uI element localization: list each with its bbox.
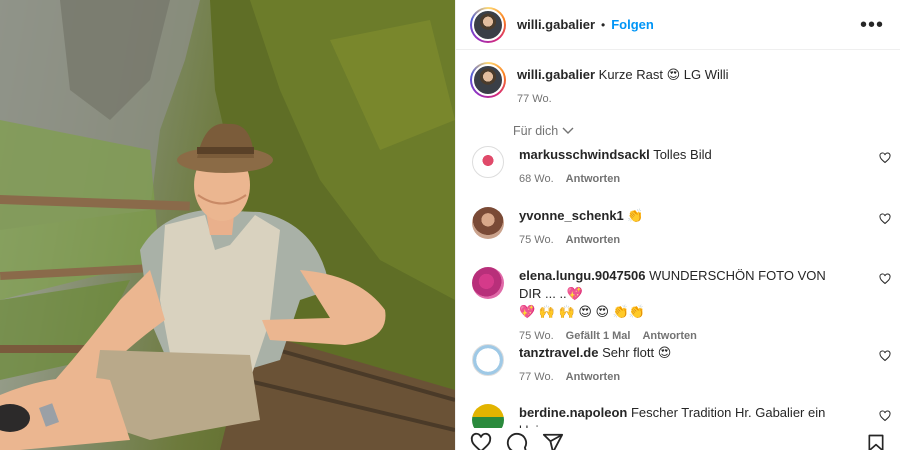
comments-panel: willi.gabalier • Folgen ••• willi.gabali… xyxy=(455,0,900,450)
comment-avatar[interactable] xyxy=(472,207,504,239)
chevron-down-icon xyxy=(562,127,574,134)
caption-text-line: willi.gabalier Kurze Rast 😍 LG Willi xyxy=(517,66,729,84)
caption-username[interactable]: willi.gabalier xyxy=(517,67,595,82)
comment-text-continued: 💖 🙌 🙌 😍 😍 👏👏 xyxy=(519,304,646,319)
heart-icon[interactable] xyxy=(879,410,891,422)
comment-avatar[interactable] xyxy=(472,267,504,299)
comment-item: markusschwindsackl Tolles Bild 68 Wo. An… xyxy=(456,146,900,185)
comment-time[interactable]: 75 Wo. xyxy=(519,234,554,246)
comment-username[interactable]: yvonne_schenk1 xyxy=(519,208,624,223)
follow-button[interactable]: Folgen xyxy=(611,17,654,32)
reply-button[interactable]: Antworten xyxy=(566,173,620,185)
comment-time[interactable]: 68 Wo. xyxy=(519,173,554,185)
reply-button[interactable]: Antworten xyxy=(566,234,620,246)
caption-avatar[interactable] xyxy=(470,62,506,98)
comment-text: 👏 xyxy=(627,208,644,223)
separator-dot: • xyxy=(601,17,606,32)
caption-time[interactable]: 77 Wo. xyxy=(517,93,552,105)
more-options-icon[interactable]: ••• xyxy=(860,15,884,35)
comments-scroller[interactable]: willi.gabalier Kurze Rast 😍 LG Willi 77 … xyxy=(456,50,900,450)
heart-icon[interactable] xyxy=(879,213,891,225)
share-icon[interactable] xyxy=(542,432,564,450)
comment-text: Tolles Bild xyxy=(653,147,712,162)
comment-sort-label: Für dich xyxy=(513,124,559,138)
caption-text: Kurze Rast 😍 LG Willi xyxy=(598,67,729,82)
comment-time[interactable]: 75 Wo. xyxy=(519,330,554,342)
comment-icon[interactable] xyxy=(506,432,528,450)
post-action-bar xyxy=(456,428,900,450)
reply-button[interactable]: Antworten xyxy=(566,371,620,383)
comment-item: tanztravel.de Sehr flott 😍 77 Wo. Antwor… xyxy=(456,344,900,383)
photo-illustration xyxy=(0,0,455,450)
post-header: willi.gabalier • Folgen ••• xyxy=(456,0,900,50)
author-username[interactable]: willi.gabalier xyxy=(517,17,595,32)
comment-item: yvonne_schenk1 👏 75 Wo. Antworten xyxy=(456,207,900,246)
post-photo[interactable] xyxy=(0,0,455,450)
heart-icon[interactable] xyxy=(879,273,891,285)
reply-button[interactable]: Antworten xyxy=(642,330,696,342)
heart-icon[interactable] xyxy=(470,432,492,450)
comment-item: elena.lungu.9047506 WUNDERSCHÖN FOTO VON… xyxy=(456,267,900,342)
comment-avatar[interactable] xyxy=(472,146,504,178)
likes-count[interactable]: Gefällt 1 Mal xyxy=(566,330,631,342)
comment-username[interactable]: tanztravel.de xyxy=(519,345,598,360)
comment-username[interactable]: markusschwindsackl xyxy=(519,147,650,162)
post-dialog: willi.gabalier • Folgen ••• willi.gabali… xyxy=(0,0,900,450)
heart-icon[interactable] xyxy=(879,152,891,164)
comment-avatar[interactable] xyxy=(472,344,504,376)
comment-text: Sehr flott 😍 xyxy=(602,345,672,360)
heart-icon[interactable] xyxy=(879,350,891,362)
comment-username[interactable]: berdine.napoleon xyxy=(519,405,627,420)
comment-sort-dropdown[interactable]: Für dich xyxy=(513,124,574,138)
comment-time[interactable]: 77 Wo. xyxy=(519,371,554,383)
comment-username[interactable]: elena.lungu.9047506 xyxy=(519,268,645,283)
post-caption: willi.gabalier Kurze Rast 😍 LG Willi 77 … xyxy=(456,50,900,105)
bookmark-icon[interactable] xyxy=(866,432,886,450)
author-avatar[interactable] xyxy=(470,6,506,43)
